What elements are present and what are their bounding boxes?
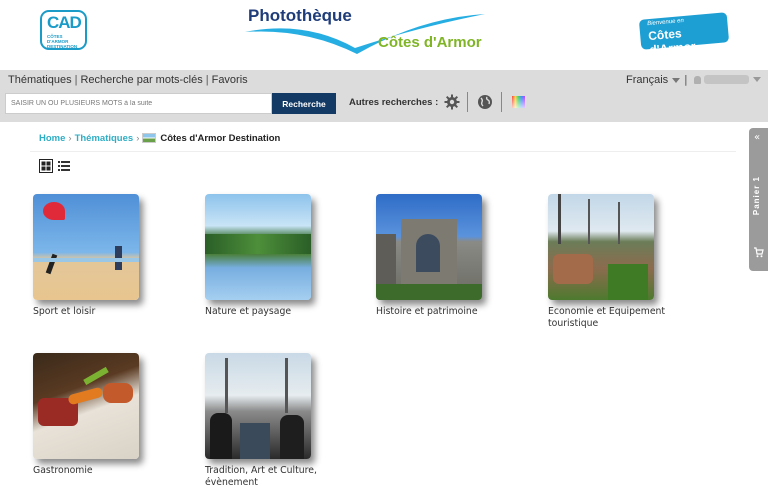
nav-link-keyword-search[interactable]: Recherche par mots-clés bbox=[80, 74, 202, 86]
category-thumbnail bbox=[33, 353, 139, 459]
nav-link-thematiques[interactable]: Thématiques bbox=[8, 74, 72, 86]
category-thumbnail bbox=[205, 353, 311, 459]
panier-side-panel[interactable]: « Panier 1 bbox=[749, 128, 768, 271]
category-card-nature[interactable]: Nature et paysage bbox=[205, 194, 355, 318]
other-searches-label: Autres recherches : bbox=[349, 97, 439, 108]
gear-icon[interactable] bbox=[444, 94, 460, 110]
chevron-down-icon bbox=[672, 77, 681, 83]
breadcrumb-current: Côtes d'Armor Destination bbox=[160, 133, 281, 144]
grid-view-icon[interactable] bbox=[39, 159, 53, 173]
breadcrumb-home[interactable]: Home bbox=[39, 133, 65, 144]
nav-link-favoris[interactable]: Favoris bbox=[212, 74, 248, 86]
cotes-darmor-badge[interactable]: Bienvenue en Côtes d'Armor bbox=[638, 12, 730, 57]
cart-icon bbox=[754, 247, 764, 258]
category-label: Sport et loisir bbox=[33, 306, 96, 317]
nav-separator: | bbox=[684, 73, 688, 86]
badge-brand-text: Côtes d'Armor bbox=[647, 26, 697, 58]
category-label: Histoire et patrimoine bbox=[376, 306, 478, 317]
breadcrumb-divider bbox=[30, 151, 736, 152]
color-palette-icon[interactable] bbox=[511, 94, 527, 110]
category-thumbnail bbox=[548, 194, 654, 300]
banner-title: Photothèque bbox=[248, 6, 352, 25]
category-card-histoire[interactable]: Histoire et patrimoine bbox=[376, 194, 526, 318]
breadcrumb-thematiques[interactable]: Thématiques bbox=[75, 133, 134, 144]
category-thumbnail bbox=[205, 194, 311, 300]
nav-separator: | bbox=[205, 74, 209, 86]
main-nav: Thématiques | Recherche par mots-clés | Favo… bbox=[8, 74, 248, 86]
panier-label: Panier 1 bbox=[752, 176, 761, 216]
toolbar-divider bbox=[467, 92, 468, 112]
user-menu[interactable] bbox=[694, 75, 761, 85]
user-icon bbox=[694, 75, 701, 84]
banner-subtitle: Côtes d'Armor bbox=[378, 34, 482, 51]
cad-logo[interactable]: CAD CÔTES D'ARMOR DESTINATION bbox=[40, 10, 87, 50]
category-label: Economie et Equipement touristique bbox=[548, 306, 666, 329]
list-view-icon[interactable] bbox=[58, 159, 70, 173]
cad-logo-text: CAD bbox=[47, 13, 82, 32]
site-header: CAD CÔTES D'ARMOR DESTINATION Photothèqu… bbox=[0, 0, 768, 70]
category-label: Gastronomie bbox=[33, 465, 93, 476]
globe-icon[interactable] bbox=[477, 94, 493, 110]
category-label: Nature et paysage bbox=[205, 306, 292, 317]
category-label: Tradition, Art et Culture, évènement bbox=[205, 465, 317, 488]
user-name bbox=[704, 75, 749, 84]
category-card-tradition[interactable]: Tradition, Art et Culture, évènement bbox=[205, 353, 355, 489]
cad-logo-subtext: CÔTES D'ARMOR DESTINATION bbox=[47, 34, 78, 49]
chevron-right-icon: › bbox=[136, 133, 140, 144]
toolbar-divider bbox=[501, 92, 502, 112]
category-thumbnail bbox=[33, 194, 139, 300]
chevron-down-icon bbox=[753, 77, 761, 82]
search-button[interactable]: Recherche bbox=[272, 93, 336, 114]
category-card-sport[interactable]: Sport et loisir bbox=[33, 194, 183, 318]
category-thumbnail bbox=[376, 194, 482, 300]
language-label: Français bbox=[626, 74, 669, 86]
breadcrumb: Home › Thématiques › Côtes d'Armor Destinati… bbox=[39, 133, 280, 144]
category-card-gastronomie[interactable]: Gastronomie bbox=[33, 353, 183, 477]
language-select[interactable]: Français bbox=[626, 74, 681, 86]
category-card-economie[interactable]: Economie et Equipement touristique bbox=[548, 194, 698, 330]
chevron-right-icon: › bbox=[68, 133, 72, 144]
search-input[interactable] bbox=[5, 93, 272, 114]
collapse-chevron-icon[interactable]: « bbox=[754, 132, 760, 143]
breadcrumb-thumbnail bbox=[142, 133, 157, 144]
